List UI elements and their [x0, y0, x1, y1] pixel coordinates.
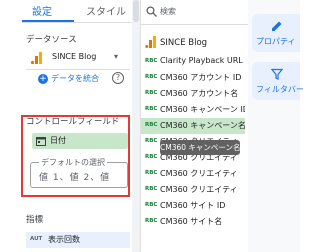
datasource-section-label: データソース	[26, 35, 77, 45]
field-name: CM360 サイト名	[160, 217, 223, 226]
field-source-title: SINCE Blog	[160, 38, 208, 48]
field-type-badge: RBC	[145, 202, 158, 208]
calendar-icon	[36, 137, 46, 146]
field-type-badge: RBC	[145, 170, 158, 176]
control-field-label: コントロールフィールド	[26, 117, 120, 127]
field-name: CM360 クリエイティ	[160, 185, 238, 194]
field-list-item[interactable]: RBC CM360 サイト ID	[141, 198, 245, 214]
tab-style[interactable]: スタイル	[86, 3, 126, 18]
field-search-input[interactable]: 検索	[144, 3, 246, 21]
field-list-item[interactable]: RBC CM360 キャンペーン ID	[141, 102, 245, 118]
field-type-badge: RBC	[145, 154, 158, 160]
edit-icon	[272, 21, 282, 31]
tab-bar: 設定 スタイル	[22, 0, 132, 24]
field-name: CM360 サイト ID	[160, 201, 226, 210]
help-icon[interactable]: ?	[112, 72, 124, 84]
setup-panel: 設定 スタイル データソース SINCE Blog ▾ + データを統合 ? コ…	[0, 0, 132, 252]
properties-label: プロパティ	[256, 37, 296, 46]
metric-name: 表示回数	[48, 235, 80, 244]
field-name: CM360 キャンペーン ID	[160, 105, 245, 114]
merge-data-link[interactable]: + データを統合	[38, 73, 99, 84]
filter-bar-button[interactable]: フィルタバー	[252, 62, 304, 100]
chevron-down-icon: ▾	[114, 52, 119, 61]
panel-scrollbar-track[interactable]	[132, 0, 140, 252]
default-selection-label: デフォルトの選択	[39, 157, 107, 168]
metric-chip[interactable]: AUT 表示回数	[26, 232, 130, 248]
add-icon: +	[38, 73, 48, 84]
merge-data-label: データを統合	[51, 74, 99, 83]
field-type-badge: RBC	[145, 106, 158, 112]
field-name: Clarity Playback URL	[160, 56, 243, 65]
search-placeholder: 検索	[160, 7, 176, 16]
field-name: CM360 アカウント名	[160, 89, 239, 98]
field-type-badge: RBC	[145, 74, 158, 80]
date-field-chip[interactable]: 日付	[32, 133, 128, 149]
date-field-label: 日付	[50, 136, 66, 145]
analytics-icon	[145, 36, 156, 48]
filter-icon	[271, 68, 283, 80]
panel-scrollbar-thumb[interactable]	[133, 0, 139, 22]
field-list-item[interactable]: RBC CM360 アカウント名	[141, 86, 245, 102]
field-list-item[interactable]: RBC CM360 アカウント ID	[141, 70, 245, 86]
field-type-badge: RBC	[145, 218, 158, 224]
filter-bar-label: フィルタバー	[256, 85, 304, 94]
metric-section-label: 指標	[26, 215, 44, 225]
field-list-item[interactable]: RBC CM360 キャンペーン名	[141, 118, 245, 134]
field-type-badge: RBC	[145, 138, 158, 144]
field-list-item[interactable]: RBCCM360 クリエイティ	[141, 182, 245, 198]
field-type-badge: RBC	[145, 58, 158, 64]
field-type-badge: RBC	[145, 122, 158, 128]
field-list-item[interactable]: RBC CM360 サイト名	[141, 214, 245, 230]
tab-divider	[22, 22, 132, 23]
default-selection-input[interactable]: デフォルトの選択 値 1、値 2、値	[30, 157, 128, 188]
field-type-badge: RBC	[145, 186, 158, 192]
field-name: CM360 クリエイティ	[160, 169, 238, 178]
field-name: CM360 アカウント ID	[160, 73, 242, 82]
field-list-item[interactable]: RBCCM360 クリエイティ	[141, 166, 245, 182]
field-list-item[interactable]: RBC Clarity Playback URL	[141, 54, 245, 70]
datasource-name: SINCE Blog	[52, 52, 97, 61]
field-panel-divider	[140, 24, 248, 25]
field-type-badge: RBC	[145, 90, 158, 96]
tab-setup[interactable]: 設定	[32, 3, 52, 18]
properties-button[interactable]: プロパティ	[252, 14, 300, 52]
datasource-select[interactable]: SINCE Blog ▾	[26, 46, 130, 70]
default-selection-value: 値 1、値 2、値	[39, 173, 111, 183]
field-tooltip: CM360 キャンペーン名	[160, 140, 241, 155]
metric-type-badge: AUT	[30, 236, 43, 242]
search-icon	[146, 6, 157, 17]
analytics-icon	[30, 52, 42, 65]
field-name: CM360 キャンペーン名	[160, 121, 245, 130]
